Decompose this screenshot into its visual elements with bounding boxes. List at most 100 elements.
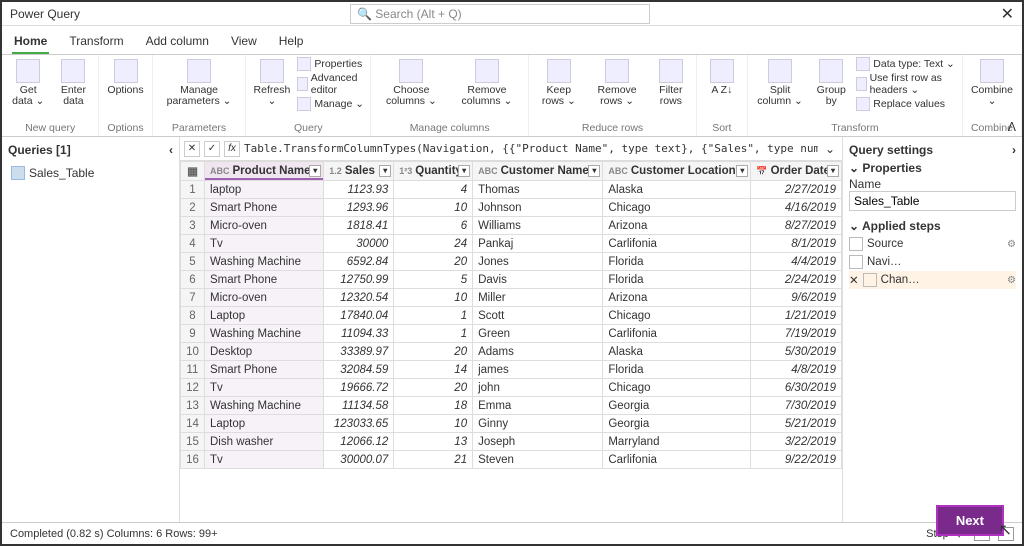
properties-section[interactable]: ⌄ Properties [849,161,1016,175]
cell[interactable]: 4/16/2019 [751,199,842,217]
cell[interactable]: 12750.99 [324,271,394,289]
cell[interactable]: Micro-oven [205,289,324,307]
cell[interactable]: laptop [205,181,324,199]
filter-dropdown-icon[interactable]: ▾ [309,165,321,177]
applied-step[interactable]: Source⚙ [849,235,1016,253]
filter-dropdown-icon[interactable]: ▾ [588,165,600,177]
cell[interactable]: 10 [394,199,473,217]
row-number[interactable]: 13 [181,397,205,415]
cell[interactable]: 13 [394,433,473,451]
cell[interactable]: Jones [473,253,603,271]
filter-dropdown-icon[interactable]: ▾ [458,165,470,177]
queries-collapse-button[interactable]: ‹ [169,143,173,157]
cell[interactable]: 2/27/2019 [751,181,842,199]
type-icon[interactable]: 1²3 [399,166,412,176]
cell[interactable]: 32084.59 [324,361,394,379]
cell[interactable]: 9/6/2019 [751,289,842,307]
table-row[interactable]: 4Tv3000024PankajCarlifonia8/1/2019 [181,235,842,253]
tab-view[interactable]: View [229,30,259,54]
column-header[interactable]: 1²3Quantity▾ [394,162,473,181]
applied-step[interactable]: ✕Chan…⚙ [849,271,1016,289]
sort-button[interactable]: A Z↓ [703,57,741,98]
row-number[interactable]: 6 [181,271,205,289]
cell[interactable]: james [473,361,603,379]
table-row[interactable]: 1laptop1123.934ThomasAlaska2/27/2019 [181,181,842,199]
cell[interactable]: 17840.04 [324,307,394,325]
refresh-button[interactable]: Refresh ⌄ [252,57,291,109]
cell[interactable]: Marryland [603,433,751,451]
keep-rows-button[interactable]: Keep rows ⌄ [535,57,582,109]
table-row[interactable]: 12Tv19666.7220johnChicago6/30/2019 [181,379,842,397]
cell[interactable]: Smart Phone [205,199,324,217]
cell[interactable]: Miller [473,289,603,307]
type-icon[interactable]: ABC [608,166,628,176]
tab-add-column[interactable]: Add column [144,30,211,54]
split-column-button[interactable]: Split column ⌄ [754,57,806,109]
cell[interactable]: Smart Phone [205,361,324,379]
table-row[interactable]: 10Desktop33389.9720AdamsAlaska5/30/2019 [181,343,842,361]
cell[interactable]: Arizona [603,217,751,235]
cell[interactable]: 21 [394,451,473,469]
cell[interactable]: 4/4/2019 [751,253,842,271]
query-name-input[interactable] [849,191,1016,211]
applied-steps-section[interactable]: ⌄ Applied steps [849,219,1016,233]
applied-step[interactable]: Navi… [849,253,1016,271]
cell[interactable]: Laptop [205,307,324,325]
row-number[interactable]: 5 [181,253,205,271]
cell[interactable]: Joseph [473,433,603,451]
cell[interactable]: Alaska [603,343,751,361]
group-by-button[interactable]: Group by [812,57,850,109]
table-row[interactable]: 11Smart Phone32084.5914jamesFlorida4/8/2… [181,361,842,379]
cell[interactable]: 19666.72 [324,379,394,397]
filter-dropdown-icon[interactable]: ▾ [827,165,839,177]
table-row[interactable]: 2Smart Phone1293.9610JohnsonChicago4/16/… [181,199,842,217]
cell[interactable]: Scott [473,307,603,325]
choose-columns-button[interactable]: Choose columns ⌄ [377,57,446,109]
table-row[interactable]: 14Laptop123033.6510GinnyGeorgia5/21/2019 [181,415,842,433]
cell[interactable]: Dish washer [205,433,324,451]
enter-data-button[interactable]: Enter data [54,57,92,109]
cell[interactable]: 20 [394,379,473,397]
cell[interactable]: 30000.07 [324,451,394,469]
fx-button[interactable]: fx [224,141,240,157]
table-row[interactable]: 3Micro-oven1818.416WilliamsArizona8/27/2… [181,217,842,235]
cell[interactable]: 11094.33 [324,325,394,343]
advanced-editor-button[interactable]: Advanced editor [297,72,364,96]
tab-help[interactable]: Help [277,30,306,54]
cell[interactable]: Smart Phone [205,271,324,289]
cell[interactable]: Adams [473,343,603,361]
cell[interactable]: 10 [394,415,473,433]
collapse-ribbon-button[interactable]: ᐱ [1008,120,1016,134]
data-grid[interactable]: ▦ABCProduct Name▾1.2Sales▾1²3Quantity▾AB… [180,161,842,522]
cell[interactable]: 24 [394,235,473,253]
row-number[interactable]: 14 [181,415,205,433]
cell[interactable]: 12320.54 [324,289,394,307]
cell[interactable]: Chicago [603,379,751,397]
first-row-headers-button[interactable]: Use first row as headers ⌄ [856,72,956,96]
cell[interactable]: 4 [394,181,473,199]
settings-expand-button[interactable]: › [1012,143,1016,157]
get-data-button[interactable]: Get data ⌄ [8,57,48,109]
cell[interactable]: 5/30/2019 [751,343,842,361]
cell[interactable]: Desktop [205,343,324,361]
cell[interactable]: 8/27/2019 [751,217,842,235]
cell[interactable]: Washing Machine [205,253,324,271]
cell[interactable]: 33389.97 [324,343,394,361]
table-row[interactable]: 6Smart Phone12750.995DavisFlorida2/24/20… [181,271,842,289]
row-number[interactable]: 4 [181,235,205,253]
table-row[interactable]: 5Washing Machine6592.8420JonesFlorida4/4… [181,253,842,271]
table-row[interactable]: 15Dish washer12066.1213JosephMarryland3/… [181,433,842,451]
row-number[interactable]: 3 [181,217,205,235]
combine-button[interactable]: Combine ⌄ [969,57,1015,109]
options-button[interactable]: Options [105,57,145,98]
cell[interactable]: 123033.65 [324,415,394,433]
row-number[interactable]: 7 [181,289,205,307]
row-number[interactable]: 12 [181,379,205,397]
cell[interactable]: 10 [394,289,473,307]
cell[interactable]: 1/21/2019 [751,307,842,325]
cell[interactable]: 30000 [324,235,394,253]
search-box[interactable]: 🔍 Search (Alt + Q) [350,4,650,24]
type-icon[interactable]: 1.2 [329,166,342,176]
cell[interactable]: Alaska [603,181,751,199]
cell[interactable]: Washing Machine [205,397,324,415]
